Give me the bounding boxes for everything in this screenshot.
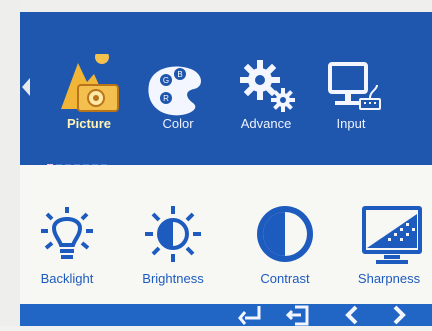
brightness-sun-icon bbox=[127, 204, 219, 268]
menu-tab-picture-label: Picture bbox=[66, 116, 112, 131]
osd-submenu-panel: Backlight Brightness Contrast Sharpness bbox=[20, 165, 432, 326]
menu-tab-advance-label: Advance bbox=[240, 116, 292, 131]
submenu-item-contrast-label: Contrast bbox=[260, 271, 310, 286]
monitor-bezel-left bbox=[0, 0, 20, 326]
submenu-item-backlight-label: Backlight bbox=[40, 271, 94, 286]
chevron-right-icon[interactable] bbox=[384, 304, 414, 326]
submenu-item-contrast[interactable]: Contrast bbox=[239, 204, 331, 294]
return-icon[interactable] bbox=[283, 304, 313, 326]
chevron-left-icon[interactable] bbox=[337, 304, 367, 326]
page-indicator bbox=[47, 157, 137, 170]
submenu-item-backlight[interactable]: Backlight bbox=[21, 204, 113, 294]
menu-tab-advance[interactable]: Advance bbox=[221, 12, 311, 165]
left-scroll-arrow-icon[interactable] bbox=[22, 78, 30, 96]
menu-tab-input-label: Input bbox=[336, 116, 366, 131]
svg-text:R: R bbox=[163, 94, 169, 103]
osd-top-menu-bar: Picture G B R Color Advance Input bbox=[20, 12, 432, 170]
svg-text:G: G bbox=[163, 76, 169, 85]
submenu-item-brightness-label: Brightness bbox=[142, 271, 204, 286]
submenu-item-sharpness-label: Sharpness bbox=[357, 271, 421, 286]
submenu-item-sharpness[interactable]: Sharpness bbox=[343, 204, 432, 294]
osd-bottom-control-bar bbox=[20, 304, 432, 326]
backlight-bulb-icon bbox=[21, 204, 113, 268]
menu-tab-color-label: Color bbox=[162, 116, 194, 131]
svg-text:B: B bbox=[177, 70, 182, 79]
sharpness-monitor-icon bbox=[343, 204, 432, 268]
menu-tab-picture[interactable]: Picture bbox=[44, 12, 134, 165]
enter-arrow-icon[interactable] bbox=[237, 304, 267, 326]
menu-tab-color[interactable]: G B R Color bbox=[133, 12, 223, 165]
contrast-circle-icon bbox=[239, 204, 331, 268]
menu-tab-input[interactable]: Input bbox=[306, 12, 396, 165]
submenu-item-brightness[interactable]: Brightness bbox=[127, 204, 219, 294]
